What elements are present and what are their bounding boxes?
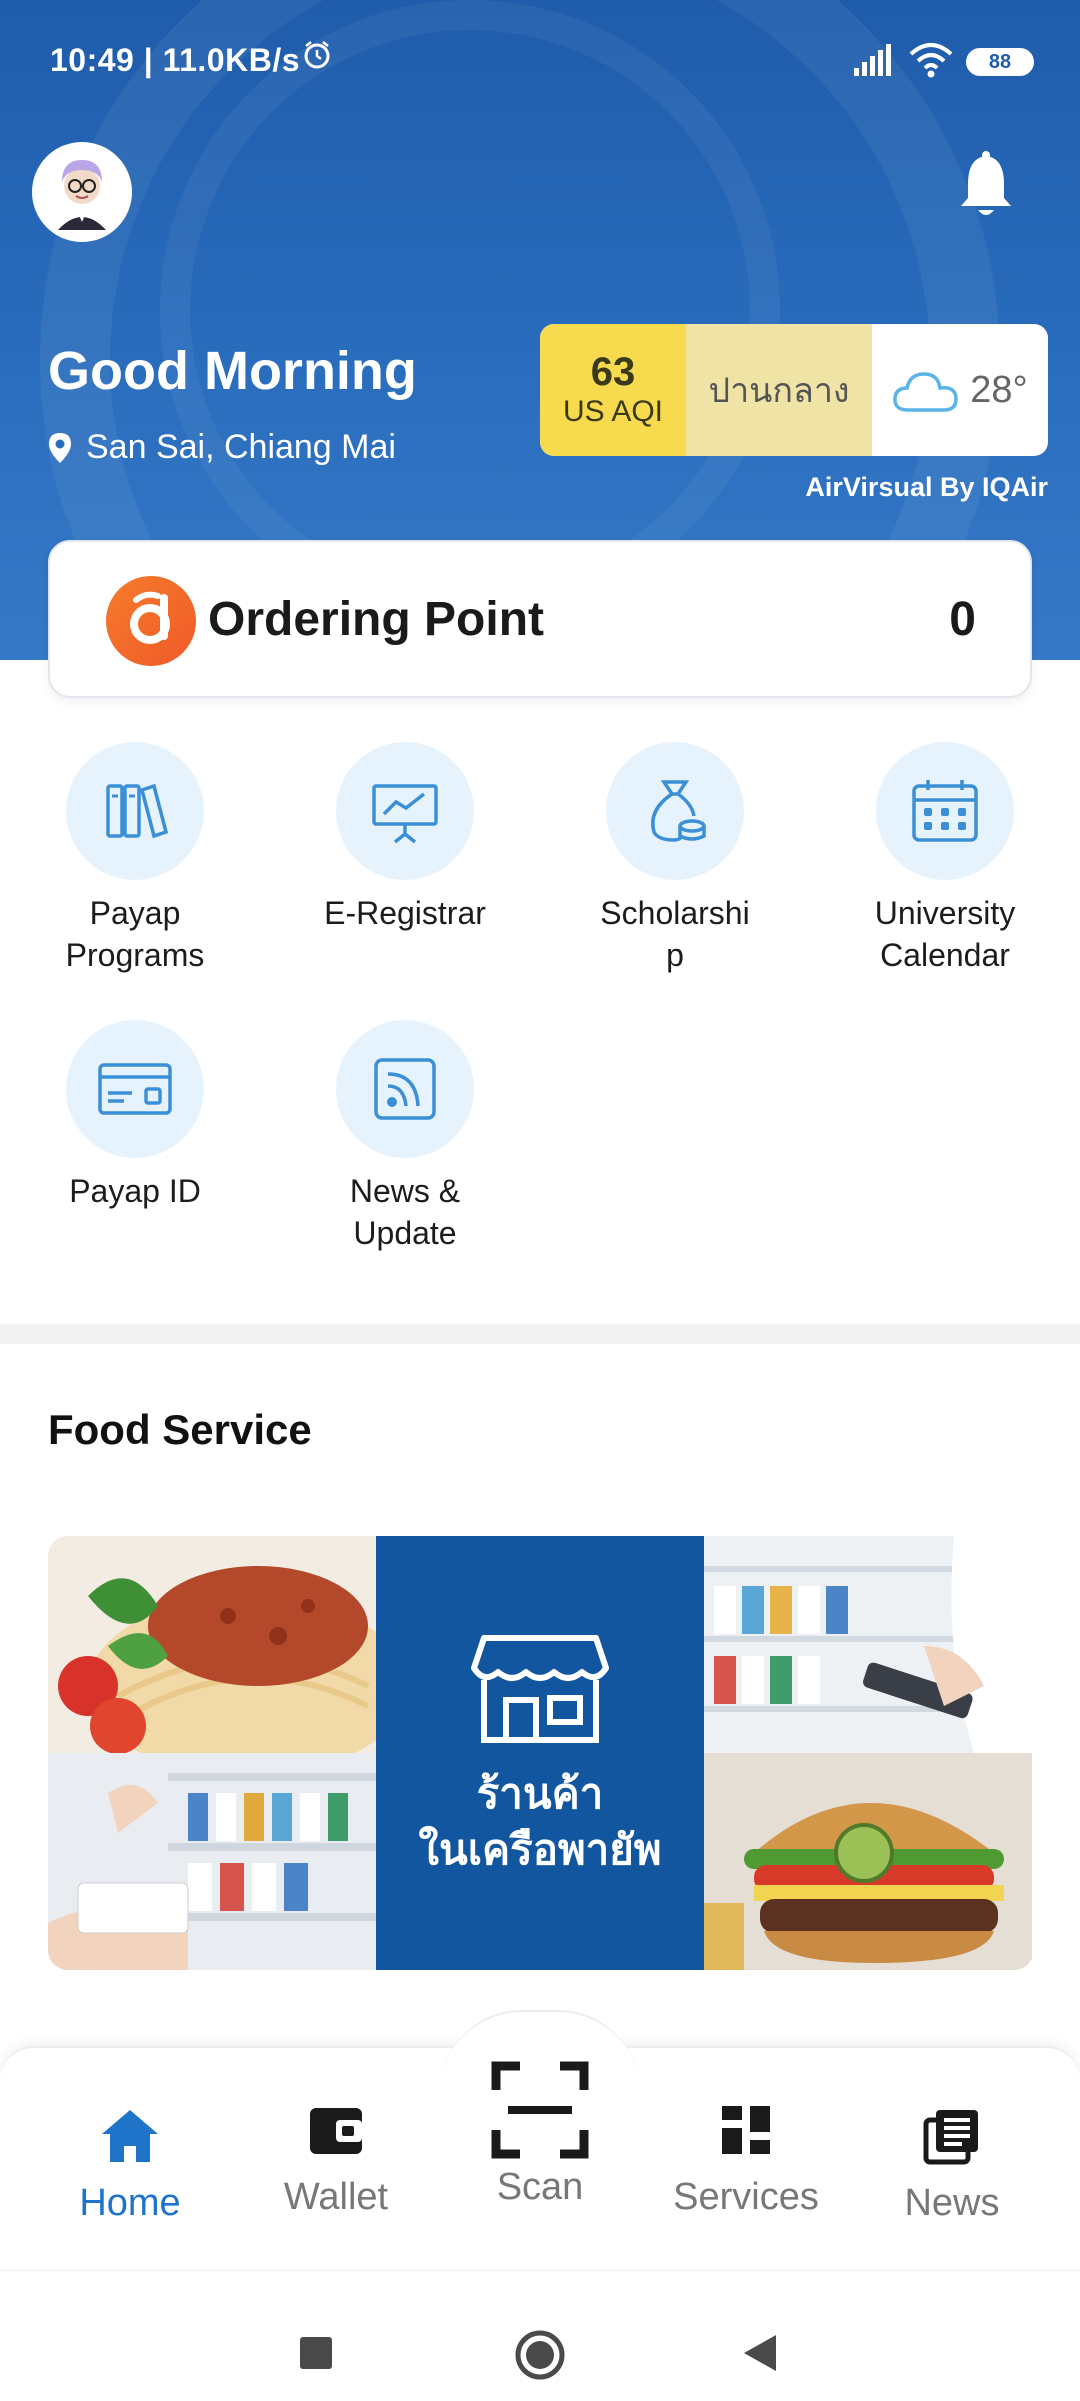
avatar-illustration xyxy=(34,144,130,240)
banner-right-images xyxy=(704,1536,1032,1970)
aqi-level: ปานกลาง xyxy=(686,324,872,456)
ordering-point-value: 0 xyxy=(949,593,976,646)
scan-icon xyxy=(440,2060,640,2160)
alarm-icon xyxy=(304,41,330,69)
recent-apps-icon[interactable] xyxy=(298,2335,334,2371)
aqi-value-box: 63 US AQI xyxy=(540,324,686,456)
ordering-point-label: Ordering Point xyxy=(208,593,544,646)
spaghetti-image xyxy=(48,1536,376,1753)
menu-news-update[interactable]: News & Update xyxy=(270,1020,540,1254)
menu-payap-programs[interactable]: Payap Programs xyxy=(0,742,270,976)
status-time: 10:49 | 11.0KB/s xyxy=(50,42,300,78)
greeting-title: Good Morning xyxy=(48,341,417,401)
banner-text-line2: ในเครือพายัพ xyxy=(418,1826,662,1873)
banner-text-line1: ร้านค้า xyxy=(476,1770,604,1817)
menu-label: Payap Programs xyxy=(65,895,205,973)
location-text: San Sai, Chiang Mai xyxy=(86,428,396,466)
news-icon xyxy=(852,2096,1052,2176)
tab-wallet[interactable]: Wallet xyxy=(236,2090,436,2219)
location-pin-icon xyxy=(49,432,71,463)
menu-label: University Calendar xyxy=(874,895,1016,973)
aqi-credit[interactable]: AirVirsual By IQAir xyxy=(805,472,1048,503)
ordering-point-card[interactable]: Ordering Point 0 xyxy=(48,540,1032,698)
menu-payap-id[interactable]: Payap ID xyxy=(0,1020,270,1212)
banner-left-images xyxy=(48,1536,376,1970)
aqi-value: 63 xyxy=(590,350,636,394)
banner-center: ร้านค้า ในเครือพายัพ xyxy=(376,1536,704,1970)
tab-label: News xyxy=(904,2182,1000,2224)
calendar-icon xyxy=(876,742,1014,880)
bell-icon[interactable] xyxy=(956,150,1016,222)
cloud-icon xyxy=(893,372,959,412)
home-button-icon[interactable] xyxy=(514,2329,566,2381)
burger-image xyxy=(704,1753,1032,1970)
tab-services[interactable]: Services xyxy=(646,2090,846,2219)
wifi-icon xyxy=(909,43,953,78)
menu-label: Payap ID xyxy=(69,1173,201,1209)
system-navigation-bar xyxy=(0,2270,1080,2401)
location-row: San Sai, Chiang Mai xyxy=(48,428,396,467)
tab-label: Wallet xyxy=(283,2176,389,2218)
menu-label: News & Update xyxy=(349,1173,461,1251)
temperature: 28° xyxy=(970,368,1028,411)
food-service-title: Food Service xyxy=(48,1406,312,1453)
wallet-icon xyxy=(236,2090,436,2170)
money-bag-icon xyxy=(606,742,744,880)
aqi-unit: US AQI xyxy=(562,395,664,428)
tab-label: Scan xyxy=(496,2166,584,2208)
menu-scholarship[interactable]: Scholarshi p xyxy=(540,742,810,976)
rss-icon xyxy=(336,1020,474,1158)
menu-label: E-Registrar xyxy=(324,895,486,931)
status-bar: 10:49 | 11.0KB/s 88 xyxy=(0,0,1080,130)
ordering-point-logo-icon xyxy=(106,576,196,666)
section-divider xyxy=(0,1324,1080,1344)
signal-icon xyxy=(854,44,891,76)
menu-label: Scholarshi p xyxy=(600,895,750,973)
grid-icon xyxy=(646,2090,846,2170)
weather: 28° xyxy=(872,324,1048,456)
home-icon xyxy=(30,2096,230,2176)
menu-e-registrar[interactable]: E-Registrar xyxy=(270,742,540,934)
menu-university-calendar[interactable]: University Calendar xyxy=(810,742,1080,976)
books-icon xyxy=(66,742,204,880)
pharmacy-image-right xyxy=(704,1536,1032,1753)
id-card-icon xyxy=(66,1020,204,1158)
tab-home[interactable]: Home xyxy=(30,2096,230,2225)
tab-label: Services xyxy=(673,2176,819,2218)
presentation-chart-icon xyxy=(336,742,474,880)
food-service-banner[interactable]: ร้านค้า ในเครือพายัพ xyxy=(48,1536,1034,1970)
avatar[interactable] xyxy=(32,142,132,242)
store-icon xyxy=(471,1635,609,1743)
tab-news[interactable]: News xyxy=(852,2096,1052,2225)
battery-icon: 88 xyxy=(966,48,1034,76)
aqi-widget[interactable]: 63 US AQI ปานกลาง 28° xyxy=(540,324,1048,456)
tab-scan[interactable]: Scan xyxy=(440,2060,640,2209)
pharmacy-image-left xyxy=(48,1753,376,1970)
back-icon[interactable] xyxy=(742,2333,778,2373)
tab-label: Home xyxy=(79,2182,181,2224)
